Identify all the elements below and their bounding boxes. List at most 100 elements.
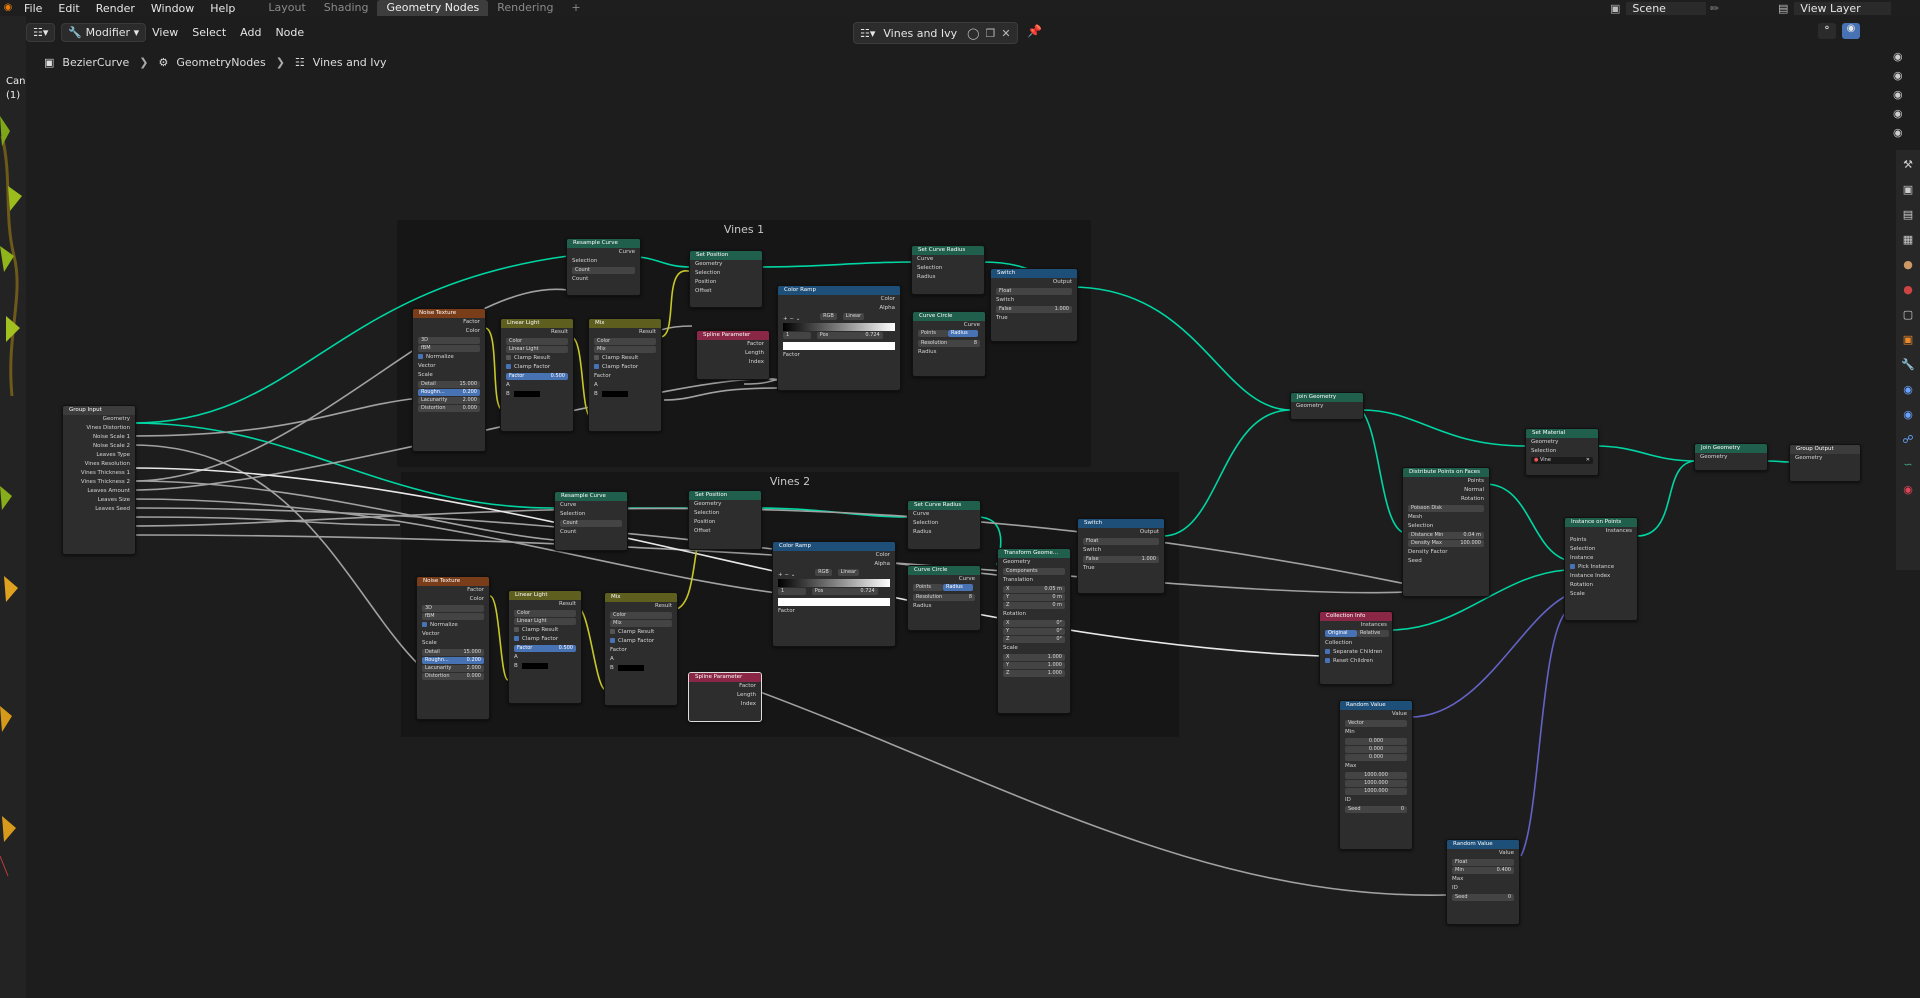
socket-vector[interactable]: Vector (417, 630, 489, 639)
factor-field[interactable]: Factor 0.500 (506, 373, 568, 380)
socket-points[interactable]: Points (1565, 536, 1637, 545)
node-linear-light[interactable]: Linear Light Result Color Linear Light C… (508, 590, 582, 704)
socket-switch[interactable]: Switch (991, 296, 1077, 305)
socket-curve[interactable]: Curve (555, 501, 627, 510)
node-spline-parameter[interactable]: Spline Parameter Factor Length Index (688, 672, 762, 722)
socket-count[interactable]: Count (567, 275, 640, 284)
socket-rotation[interactable]: Rotation (998, 610, 1070, 619)
mode-points-button[interactable]: Points (913, 584, 943, 591)
translation-x-field[interactable]: X 0.05 m (1003, 586, 1065, 593)
socket-geometry[interactable]: Geometry (1695, 453, 1767, 462)
node-resample-curve[interactable]: Resample Curve Curve Selection Count Cou… (554, 491, 628, 551)
socket-instances[interactable]: Instances (1320, 621, 1392, 630)
node-curve-circle[interactable]: Curve Circle Curve Points Radius Resoluti… (907, 565, 981, 631)
node-switch[interactable]: Switch Output Float Switch False 1.000 T… (1077, 518, 1165, 594)
socket-radius[interactable]: Radius (908, 602, 980, 611)
mode-dropdown[interactable]: Count (560, 520, 622, 527)
roughness-field[interactable]: Roughn... 0.200 (422, 657, 484, 664)
socket-noise-scale-1[interactable]: Noise Scale 1 (63, 433, 135, 442)
socket-scale[interactable]: Scale (413, 371, 485, 380)
stop-index-field[interactable]: 1 (783, 332, 811, 339)
node-join-geometry[interactable]: Join Geometry Geometry (1290, 392, 1364, 420)
blend-mode-dropdown[interactable]: Linear Light (506, 346, 568, 353)
blend-mode-dropdown[interactable]: Mix (594, 346, 656, 353)
socket-color[interactable]: Color (773, 551, 895, 560)
resolution-field[interactable]: Resolution 8 (918, 340, 980, 347)
socket-leaves-size[interactable]: Leaves Size (63, 496, 135, 505)
interpolation-dropdown[interactable]: Linear (837, 569, 860, 576)
socket-geometry[interactable]: Geometry (63, 415, 135, 424)
socket-vines-distortion[interactable]: Vines Distortion (63, 424, 135, 433)
socket-switch[interactable]: Switch (1078, 546, 1164, 555)
node-set-position[interactable]: Set Position Geometry Selection Position… (689, 250, 763, 308)
node-noise-texture[interactable]: Noise Texture Factor Color 3D fBM Normal… (412, 308, 486, 452)
pick-instance-checkbox[interactable]: Pick Instance (1565, 563, 1637, 572)
socket-min[interactable]: Min (1340, 728, 1412, 737)
socket-factor[interactable]: Factor (778, 351, 900, 360)
socket-count[interactable]: Count (555, 528, 627, 537)
ramp-gradient[interactable] (783, 323, 895, 331)
material-selector[interactable]: ● Vine ✕ (1531, 457, 1593, 464)
socket-geometry[interactable]: Geometry (998, 558, 1070, 567)
chevron-down-icon[interactable]: ⌄ (791, 572, 796, 578)
socket-radius[interactable]: Radius (913, 348, 985, 357)
socket-position[interactable]: Position (689, 518, 761, 527)
stop-position-field[interactable]: Pos 0.724 (816, 332, 883, 339)
socket-result[interactable]: Result (589, 328, 661, 337)
socket-index[interactable]: Index (689, 700, 761, 709)
node-noise-texture[interactable]: Noise Texture Factor Color 3D fBM Normal… (416, 576, 490, 720)
mode-radius-button[interactable]: Radius (948, 330, 978, 337)
clamp-factor-checkbox[interactable]: Clamp Factor (501, 363, 573, 372)
socket-factor[interactable]: Factor (773, 607, 895, 616)
translation-y-field[interactable]: Y 0 m (1003, 594, 1065, 601)
distortion-field[interactable]: Distortion 0.000 (418, 405, 480, 412)
clamp-factor-checkbox[interactable]: Clamp Factor (605, 637, 677, 646)
socket-position[interactable]: Position (690, 278, 762, 287)
socket-geometry[interactable]: Geometry (1526, 438, 1598, 447)
scale-z-field[interactable]: Z 1.000 (1003, 670, 1065, 677)
false-field[interactable]: False 1.000 (1083, 556, 1159, 563)
stop-position-field[interactable]: Pos 0.724 (811, 588, 878, 595)
socket-value[interactable]: Value (1340, 710, 1412, 719)
normalize-checkbox[interactable]: Normalize (417, 621, 489, 630)
original-button[interactable]: Original (1325, 630, 1357, 637)
node-instance-on-points[interactable]: Instance on Points Instances Points Sele… (1564, 517, 1638, 621)
reset-children-checkbox[interactable]: Reset Children (1320, 657, 1392, 666)
socket-leaves-seed[interactable]: Leaves Seed (63, 505, 135, 514)
interpolation-dropdown[interactable]: Linear (842, 313, 865, 320)
socket-instance[interactable]: Instance (1565, 554, 1637, 563)
factor-field[interactable]: Factor 0.500 (514, 645, 576, 652)
socket-normal[interactable]: Normal (1403, 486, 1489, 495)
socket-result[interactable]: Result (509, 600, 581, 609)
node-set-material[interactable]: Set Material Geometry Selection ● Vine ✕ (1525, 428, 1599, 476)
stop-color-swatch[interactable] (778, 598, 890, 606)
chevron-down-icon[interactable]: ⌄ (796, 316, 801, 322)
stop-color-swatch[interactable] (783, 342, 895, 350)
socket-leaves-type[interactable]: Leaves Type (63, 451, 135, 460)
mode-radius-button[interactable]: Radius (943, 584, 973, 591)
color-swatch[interactable] (513, 390, 540, 397)
node-color-ramp[interactable]: Color Ramp Color Alpha + − ⌄ RGB Linear … (777, 285, 901, 391)
node-resample-curve[interactable]: Resample Curve Curve Selection Count Cou… (566, 238, 641, 296)
node-group-input[interactable]: Group Input Geometry Vines Distortion No… (62, 405, 136, 555)
node-random-value[interactable]: Random Value Value Vector Min 0.000 0.00… (1339, 700, 1413, 850)
clamp-factor-checkbox[interactable]: Clamp Factor (509, 635, 581, 644)
socket-color[interactable]: Color (778, 295, 900, 304)
socket-selection[interactable]: Selection (689, 509, 761, 518)
socket-offset[interactable]: Offset (690, 287, 762, 296)
socket-output[interactable]: Output (991, 278, 1077, 287)
clamp-result-checkbox[interactable]: Clamp Result (605, 628, 677, 637)
detail-field[interactable]: Detail 15.000 (422, 649, 484, 656)
node-transform-geometry[interactable]: Transform Geome... Geometry Components T… (997, 548, 1071, 714)
node-distribute-points-on-faces[interactable]: Distribute Points on Faces Points Normal… (1402, 467, 1490, 597)
socket-selection[interactable]: Selection (1565, 545, 1637, 554)
node-mix[interactable]: Mix Result Color Mix Clamp Result Clamp … (604, 592, 678, 706)
separate-children-checkbox[interactable]: Separate Children (1320, 648, 1392, 657)
node-linear-light[interactable]: Linear Light Result Color Linear Light C… (500, 318, 574, 432)
density-max-field[interactable]: Density Max 100.000 (1408, 540, 1484, 547)
false-field[interactable]: False 1.000 (996, 306, 1072, 313)
socket-index[interactable]: Index (697, 358, 769, 367)
stop-index-field[interactable]: 1 (778, 588, 806, 595)
socket-result[interactable]: Result (501, 328, 573, 337)
socket-selection[interactable]: Selection (1403, 522, 1489, 531)
